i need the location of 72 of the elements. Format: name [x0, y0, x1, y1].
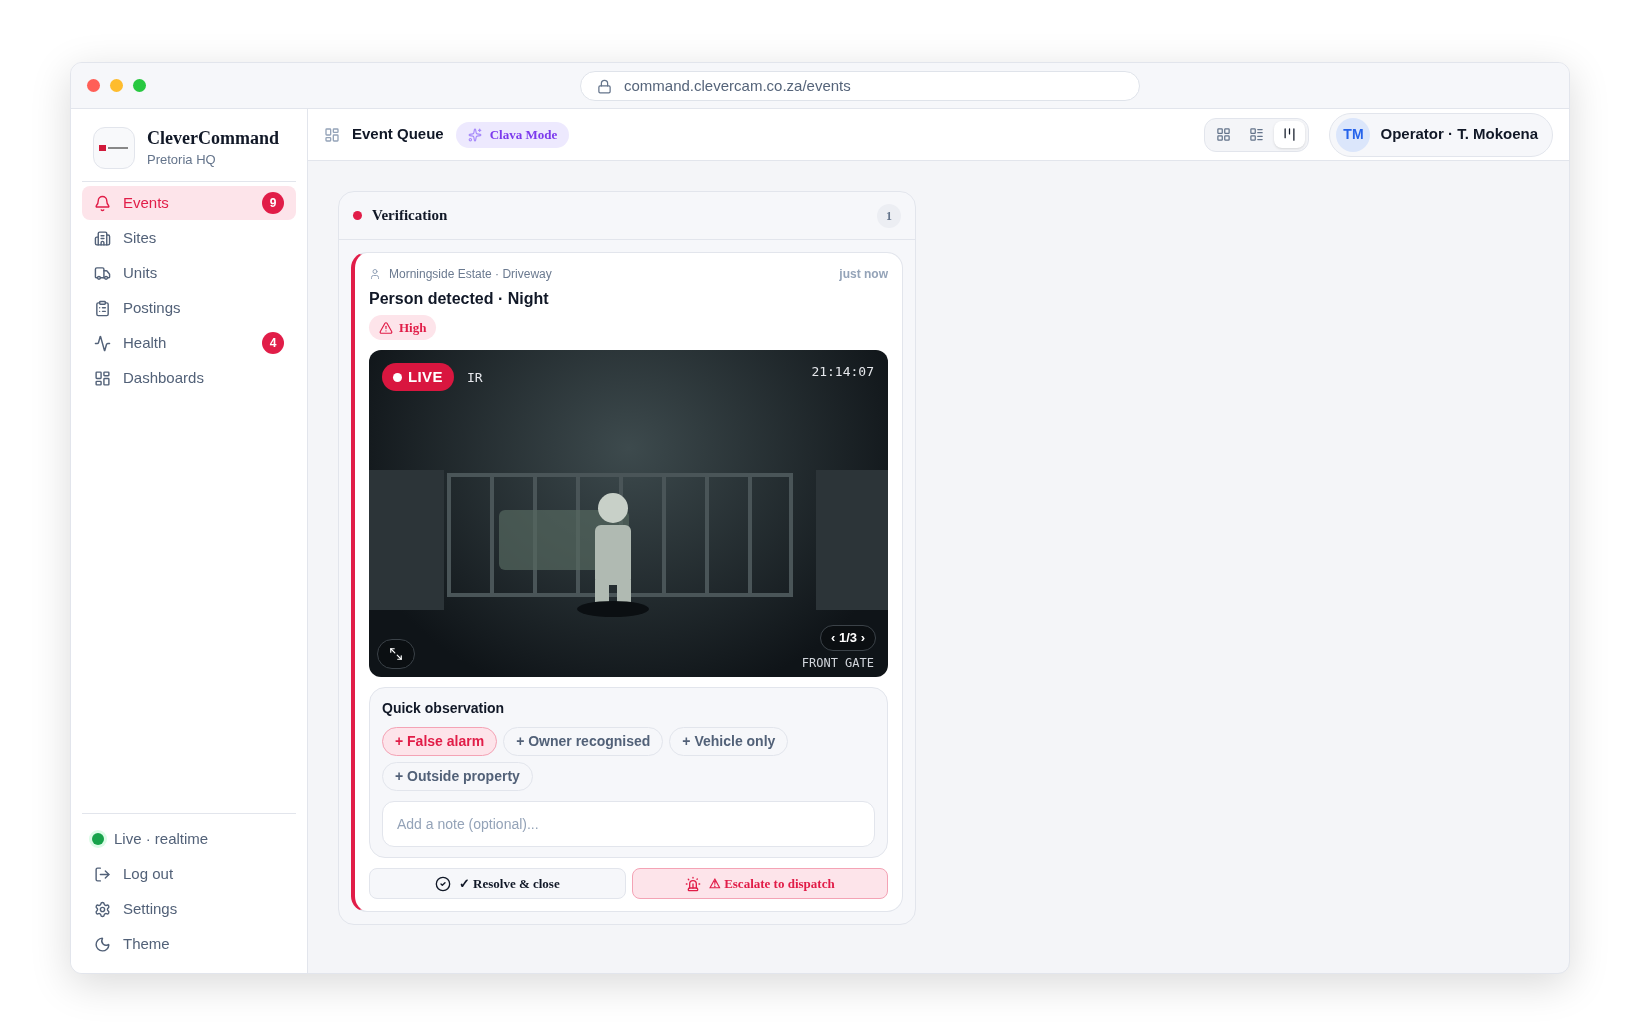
image-pager[interactable]: ‹ 1/3 ›: [820, 625, 876, 651]
footer-nav-item[interactable]: Settings: [82, 892, 296, 926]
logout-icon: [94, 865, 111, 883]
building-icon: [94, 229, 111, 247]
camera-label: FRONT GATE: [801, 655, 874, 672]
pulse-icon: [94, 334, 111, 352]
lock-icon: [597, 78, 612, 94]
live-badge: LIVE: [382, 363, 454, 391]
warning-icon: [379, 320, 393, 335]
status-label: Live · realtime: [114, 828, 209, 849]
resolve-button[interactable]: ✓ Resolve & close: [369, 868, 626, 899]
nav-item[interactable]: Health 4: [82, 326, 296, 360]
nav-label: Sites: [123, 227, 158, 248]
list-view-icon: [1249, 127, 1265, 142]
count-badge: 4: [262, 332, 284, 354]
expand-icon: [389, 647, 403, 661]
user-label: Operator · T. Mokoena: [1380, 124, 1538, 145]
nav-label: Postings: [123, 297, 182, 318]
event-location: Morningside Estate · Driveway: [389, 266, 553, 283]
nav-label: Settings: [123, 898, 178, 919]
user-chip[interactable]: TM Operator · T. Mokoena: [1329, 112, 1553, 157]
user-avatar: TM: [1336, 117, 1371, 152]
grid-icon: [94, 369, 111, 387]
severity-badge: High: [369, 315, 437, 340]
video-timestamp: 21:14:07: [811, 363, 874, 381]
column-count: 1: [877, 203, 901, 228]
nav-item[interactable]: Dashboards: [82, 361, 296, 395]
view-toggle[interactable]: [1274, 121, 1306, 148]
observation-chip[interactable]: + Outside property: [382, 762, 533, 791]
siren-icon: [684, 875, 701, 892]
nav-item[interactable]: Units: [82, 256, 296, 290]
queue-icon: [324, 126, 340, 143]
observation-chip[interactable]: + Vehicle only: [669, 727, 789, 756]
event-time: just now: [839, 266, 888, 283]
observation-title: Quick observation: [382, 699, 506, 718]
escalate-button[interactable]: ⚠ Escalate to dispatch: [631, 868, 888, 899]
event-title: Person detected · Night: [369, 289, 550, 309]
address-bar[interactable]: command.clevercam.co.za/events: [580, 71, 1140, 101]
nav-item[interactable]: Events 9: [82, 186, 296, 220]
footer-nav-item[interactable]: Log out: [82, 857, 296, 891]
count-badge: 9: [262, 192, 284, 214]
nav-item[interactable]: Sites: [82, 221, 296, 255]
logo-icon: [99, 144, 129, 152]
board-view-icon: [1282, 127, 1298, 142]
person-icon: [369, 268, 381, 280]
footer-nav-item[interactable]: Theme: [82, 927, 296, 961]
observation-chip[interactable]: + False alarm: [382, 727, 498, 756]
url-text: command.clevercam.co.za/events: [624, 75, 851, 96]
check-circle-icon: [434, 875, 451, 892]
nav-label: Events: [123, 192, 170, 213]
note-field[interactable]: Add a note (optional)...: [382, 801, 875, 847]
brand-subtitle: Pretoria HQ: [147, 150, 217, 169]
nav-label: Units: [123, 262, 159, 283]
moon-icon: [94, 935, 111, 953]
settings-icon: [94, 900, 111, 918]
column-title: Verification: [372, 206, 449, 226]
nav-label: Log out: [123, 863, 174, 884]
page-title: Event Queue: [352, 124, 444, 145]
fullscreen-button[interactable]: [377, 639, 415, 669]
mode-badge[interactable]: Clava Mode: [455, 121, 570, 148]
sparkle-icon: [467, 127, 482, 142]
observation-chip[interactable]: + Owner recognised: [503, 727, 664, 756]
nav-label: Health: [123, 332, 168, 353]
truck-icon: [94, 264, 111, 282]
clipboard-icon: [94, 299, 111, 317]
bell-icon: [94, 194, 111, 212]
overlay-text: IR: [467, 369, 483, 387]
nav-item[interactable]: Postings: [82, 291, 296, 325]
nav-label: Theme: [123, 933, 170, 954]
brand-name: CleverCommand: [147, 127, 279, 150]
grid-view-icon: [1216, 127, 1232, 142]
nav-label: Dashboards: [123, 367, 205, 388]
